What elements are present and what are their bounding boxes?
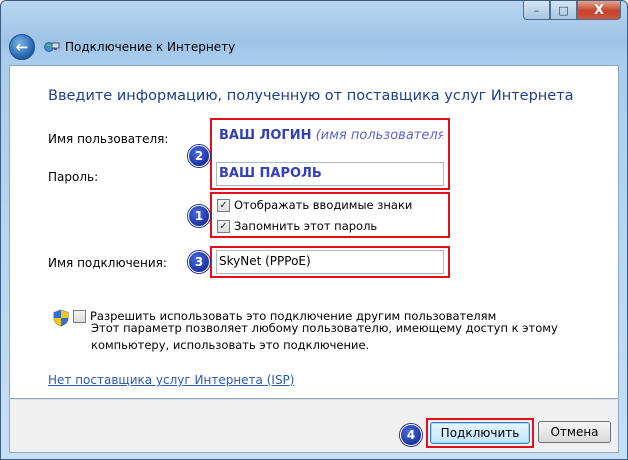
button-bar: 4 Подключить Отмена	[9, 399, 619, 453]
password-value: ВАШ ПАРОЛЬ	[219, 166, 322, 181]
connect-button[interactable]: Подключить	[430, 422, 530, 444]
check-icon: ✓	[217, 219, 230, 233]
remember-password-label: Запомнить этот пароль	[234, 219, 378, 233]
connection-name-value: SkyNet (PPPoE)	[219, 254, 311, 268]
password-label: Пароль:	[48, 170, 99, 184]
badge-3: 3	[188, 251, 210, 273]
connection-name-field[interactable]: SkyNet (PPPoE)	[216, 250, 444, 274]
username-field[interactable]: ВАШ ЛОГИН (имя пользователя)	[216, 124, 444, 148]
check-icon: ✓	[217, 198, 230, 212]
show-chars-checkbox[interactable]: ✓ Отображать вводимые знаки	[217, 198, 412, 212]
caption-buttons: – □ X	[523, 1, 621, 20]
username-hint: (имя пользователя)	[315, 128, 444, 143]
maximize-button[interactable]: □	[550, 1, 577, 20]
connect-highlight: Подключить	[426, 418, 534, 448]
password-field[interactable]: ВАШ ПАРОЛЬ	[216, 162, 444, 186]
minimize-button[interactable]: –	[523, 1, 550, 20]
page-heading: Введите информацию, полученную от постав…	[48, 88, 574, 104]
connection-name-label: Имя подключения:	[48, 256, 167, 270]
username-value: ВАШ ЛОГИН	[219, 128, 312, 143]
wizard-window: – □ X ← Подключение к Интернету Введите …	[0, 0, 628, 460]
wizard-content: Введите информацию, полученную от постав…	[9, 65, 619, 399]
show-chars-label: Отображать вводимые знаки	[234, 198, 413, 212]
allow-others-description: Этот параметр позволяет любому пользоват…	[91, 321, 558, 352]
back-arrow-icon[interactable]: ←	[9, 34, 35, 60]
credentials-highlight: ВАШ ЛОГИН (имя пользователя) ВАШ ПАРОЛЬ	[210, 118, 450, 190]
no-isp-link[interactable]: Нет поставщика услуг Интернета (ISP)	[48, 373, 294, 387]
remember-password-checkbox[interactable]: ✓ Запомнить этот пароль	[217, 219, 377, 233]
connection-name-highlight: SkyNet (PPPoE)	[210, 246, 450, 278]
badge-1: 1	[188, 205, 210, 227]
cancel-button[interactable]: Отмена	[538, 421, 611, 443]
badge-2: 2	[188, 145, 210, 167]
window-title: Подключение к Интернету	[65, 40, 236, 54]
badge-4: 4	[400, 424, 422, 446]
username-label: Имя пользователя:	[48, 132, 169, 146]
uac-shield-icon	[53, 309, 69, 327]
close-button[interactable]: X	[577, 1, 621, 20]
checkbox-empty-icon	[73, 309, 86, 323]
navigation-bar: ← Подключение к Интернету	[9, 33, 235, 61]
checkboxes-highlight: ✓ Отображать вводимые знаки ✓ Запомнить …	[210, 192, 450, 238]
network-globe-icon	[44, 42, 60, 52]
